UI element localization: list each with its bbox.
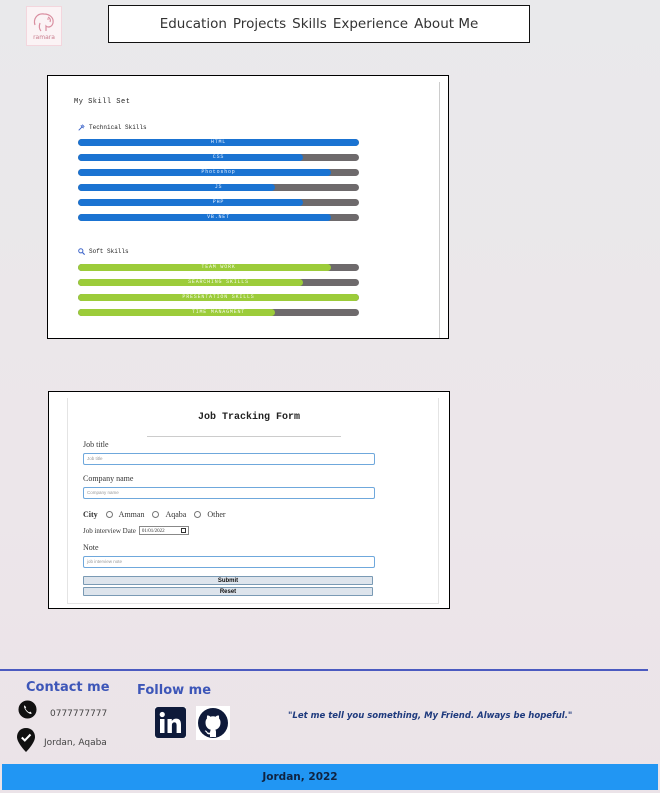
skill-bar: TEAM WORK bbox=[78, 264, 359, 271]
company-name-label: Company name bbox=[83, 474, 134, 483]
footer-quote: "Let me tell you something, My Friend. A… bbox=[288, 711, 573, 721]
city-radio-group: City Amman Aqaba Other bbox=[83, 510, 226, 519]
skill-bar: PRESENTATION SKILLS bbox=[78, 294, 359, 301]
form-title: Job Tracking Form bbox=[197, 412, 301, 423]
skill-bar: VB.NET bbox=[78, 214, 359, 221]
skill-bar: TIME MANAGMENT bbox=[78, 309, 359, 316]
nav-skills[interactable]: Skills bbox=[292, 16, 327, 32]
interview-date-input[interactable]: 01/01/2022 bbox=[138, 526, 189, 535]
skill-bar-label: PHP bbox=[212, 199, 225, 205]
skill-bar: SEARCHING SKILLS bbox=[78, 279, 359, 286]
reset-button[interactable]: Reset bbox=[83, 587, 373, 596]
nav-experience[interactable]: Experience bbox=[333, 16, 408, 32]
divider bbox=[439, 82, 440, 338]
skill-bar-label: CSS bbox=[212, 154, 225, 160]
location-text: Jordan, Aqaba bbox=[44, 738, 107, 748]
soft-skills-heading: Soft Skills bbox=[78, 248, 129, 255]
submit-button[interactable]: Submit bbox=[83, 576, 373, 585]
github-link[interactable] bbox=[196, 706, 230, 740]
note-label: Note bbox=[83, 543, 99, 552]
elephant-logo-icon bbox=[33, 13, 54, 32]
site-logo[interactable]: ramara bbox=[26, 6, 62, 46]
soft-skills-label: Soft Skills bbox=[89, 248, 129, 255]
search-icon bbox=[78, 248, 85, 255]
tools-icon bbox=[78, 124, 85, 131]
footer-divider bbox=[0, 669, 648, 671]
skill-bar: HTML bbox=[78, 139, 359, 146]
company-name-input[interactable]: Company name bbox=[83, 487, 375, 499]
skill-bar-label: Photoshop bbox=[201, 169, 236, 175]
skill-bar-label: TIME MANAGMENT bbox=[191, 309, 246, 315]
technical-skills-label: Technical Skills bbox=[89, 124, 147, 131]
follow-heading: Follow me bbox=[137, 683, 212, 698]
radio-other-label: Other bbox=[207, 510, 226, 519]
location-pin-icon bbox=[17, 728, 35, 752]
skill-bar-label: JS bbox=[214, 184, 223, 190]
radio-amman[interactable] bbox=[105, 511, 113, 518]
skills-title: My Skill Set bbox=[74, 98, 131, 106]
phone-icon bbox=[18, 700, 37, 719]
skill-bar-label: SEARCHING SKILLS bbox=[188, 279, 249, 285]
nav-education[interactable]: Education bbox=[160, 16, 227, 32]
skill-bar-label: PRESENTATION SKILLS bbox=[182, 294, 255, 300]
job-form-project-preview[interactable]: Job Tracking Form Job title Job title Co… bbox=[48, 391, 450, 609]
nav-about-me[interactable]: About Me bbox=[414, 16, 478, 32]
skill-bar: PHP bbox=[78, 199, 359, 206]
calendar-icon[interactable] bbox=[180, 528, 186, 533]
skill-bar: JS bbox=[78, 184, 359, 191]
skill-bar: Photoshop bbox=[78, 169, 359, 176]
interview-date-row: Job interview Date 01/01/2022 bbox=[83, 526, 189, 535]
form-divider bbox=[147, 436, 341, 437]
nav-projects[interactable]: Projects bbox=[233, 16, 286, 32]
linkedin-link[interactable] bbox=[155, 707, 186, 738]
github-icon bbox=[196, 706, 230, 740]
note-input[interactable]: job interview note bbox=[83, 556, 375, 568]
radio-amman-label: Amman bbox=[118, 510, 145, 519]
main-nav: Education Projects Skills Experience Abo… bbox=[108, 5, 530, 43]
skill-bar-label: TEAM WORK bbox=[201, 264, 236, 270]
logo-text: ramara bbox=[33, 34, 55, 41]
bottom-bar: Jordan, 2022 bbox=[2, 764, 658, 790]
technical-skills-heading: Technical Skills bbox=[78, 124, 147, 131]
job-title-input[interactable]: Job title bbox=[83, 453, 375, 465]
city-label: City bbox=[83, 510, 98, 519]
radio-aqaba[interactable] bbox=[152, 511, 160, 518]
skill-bar-label: VB.NET bbox=[207, 214, 230, 220]
interview-date-label: Job interview Date bbox=[83, 526, 136, 535]
radio-other[interactable] bbox=[194, 511, 202, 518]
contact-heading: Contact me bbox=[26, 680, 110, 695]
bottom-bar-text: Jordan, 2022 bbox=[262, 771, 338, 783]
radio-aqaba-label: Aqaba bbox=[165, 510, 187, 519]
skill-bar-label: HTML bbox=[210, 139, 227, 145]
form-card bbox=[67, 398, 439, 604]
job-title-label: Job title bbox=[83, 440, 109, 449]
phone-number: 0777777777 bbox=[50, 709, 108, 719]
skill-bar: CSS bbox=[78, 154, 359, 161]
skills-project-preview[interactable]: My Skill Set Technical Skills HTML CSS Pho… bbox=[47, 75, 449, 339]
interview-date-value: 01/01/2022 bbox=[141, 529, 165, 534]
linkedin-icon bbox=[155, 707, 186, 738]
